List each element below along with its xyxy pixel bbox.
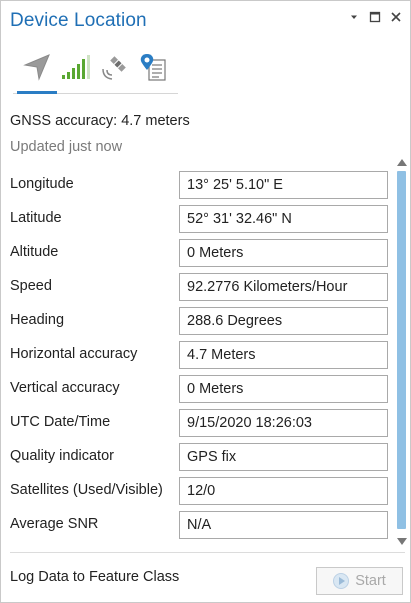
device-location-pane: Device Location GNSS accuracy: 4.7 meter… (0, 0, 411, 603)
log-data-label: Log Data to Feature Class (10, 569, 180, 585)
location-log-icon (139, 52, 169, 87)
field-row-heading: Heading 288.6 Degrees (1, 307, 396, 341)
window-controls (348, 11, 402, 23)
field-label: Heading (10, 312, 65, 328)
tab-selected-indicator (17, 91, 57, 94)
field-row-latitude: Latitude 52° 31' 32.46" N (1, 205, 396, 239)
maximize-icon[interactable] (369, 11, 381, 23)
scrollbar-thumb[interactable] (397, 171, 406, 529)
field-row-vertical-accuracy: Vertical accuracy 0 Meters (1, 375, 396, 409)
scroll-up-icon[interactable] (397, 159, 407, 166)
field-label: Average SNR (10, 516, 99, 532)
altitude-field[interactable]: 0 Meters (179, 239, 388, 267)
field-label: Satellites (Used/Visible) (10, 482, 163, 498)
satellites-field[interactable]: 12/0 (179, 477, 388, 505)
scroll-down-icon[interactable] (397, 538, 407, 545)
field-label: Altitude (10, 244, 59, 260)
field-row-longitude: Longitude 13° 25' 5.10" E (1, 171, 396, 205)
gnss-accuracy-text: GNSS accuracy: 4.7 meters (10, 113, 190, 129)
footer-divider (10, 552, 405, 553)
quality-indicator-field[interactable]: GPS fix (179, 443, 388, 471)
start-button[interactable]: Start (316, 567, 403, 595)
satellite-icon (100, 52, 130, 87)
signal-bars-icon (61, 53, 91, 86)
field-row-satellites: Satellites (Used/Visible) 12/0 (1, 477, 396, 511)
field-row-average-snr: Average SNR N/A (1, 511, 396, 545)
vertical-accuracy-field[interactable]: 0 Meters (179, 375, 388, 403)
average-snr-field[interactable]: N/A (179, 511, 388, 539)
tab-satellite[interactable] (97, 51, 133, 87)
play-icon (333, 573, 350, 589)
latitude-field[interactable]: 52° 31' 32.46" N (179, 205, 388, 233)
field-row-horizontal-accuracy: Horizontal accuracy 4.7 Meters (1, 341, 396, 375)
field-label: Quality indicator (10, 448, 114, 464)
field-label: Horizontal accuracy (10, 346, 138, 362)
field-row-quality-indicator: Quality indicator GPS fix (1, 443, 396, 477)
tab-signal[interactable] (58, 51, 94, 87)
heading-field[interactable]: 288.6 Degrees (179, 307, 388, 335)
longitude-field[interactable]: 13° 25' 5.10" E (179, 171, 388, 199)
field-row-speed: Speed 92.2776 Kilometers/Hour (1, 273, 396, 307)
pane-title: Device Location (10, 10, 147, 31)
field-row-utc-datetime: UTC Date/Time 9/15/2020 18:26:03 (1, 409, 396, 443)
field-label: Vertical accuracy (10, 380, 120, 396)
updated-status-text: Updated just now (10, 139, 123, 155)
tab-device-log[interactable] (136, 51, 172, 87)
field-label: Longitude (10, 176, 74, 192)
chevron-down-icon[interactable] (348, 11, 360, 23)
field-label: UTC Date/Time (10, 414, 111, 430)
close-icon[interactable] (390, 11, 402, 23)
start-button-label: Start (355, 573, 386, 589)
utc-datetime-field[interactable]: 9/15/2020 18:26:03 (179, 409, 388, 437)
field-label: Latitude (10, 210, 62, 226)
location-arrow-icon (23, 53, 51, 86)
field-label: Speed (10, 278, 52, 294)
tab-strip (13, 51, 178, 95)
field-row-altitude: Altitude 0 Meters (1, 239, 396, 273)
speed-field[interactable]: 92.2776 Kilometers/Hour (179, 273, 388, 301)
vertical-scrollbar[interactable] (396, 159, 407, 545)
tab-navigation[interactable] (19, 51, 55, 87)
horizontal-accuracy-field[interactable]: 4.7 Meters (179, 341, 388, 369)
